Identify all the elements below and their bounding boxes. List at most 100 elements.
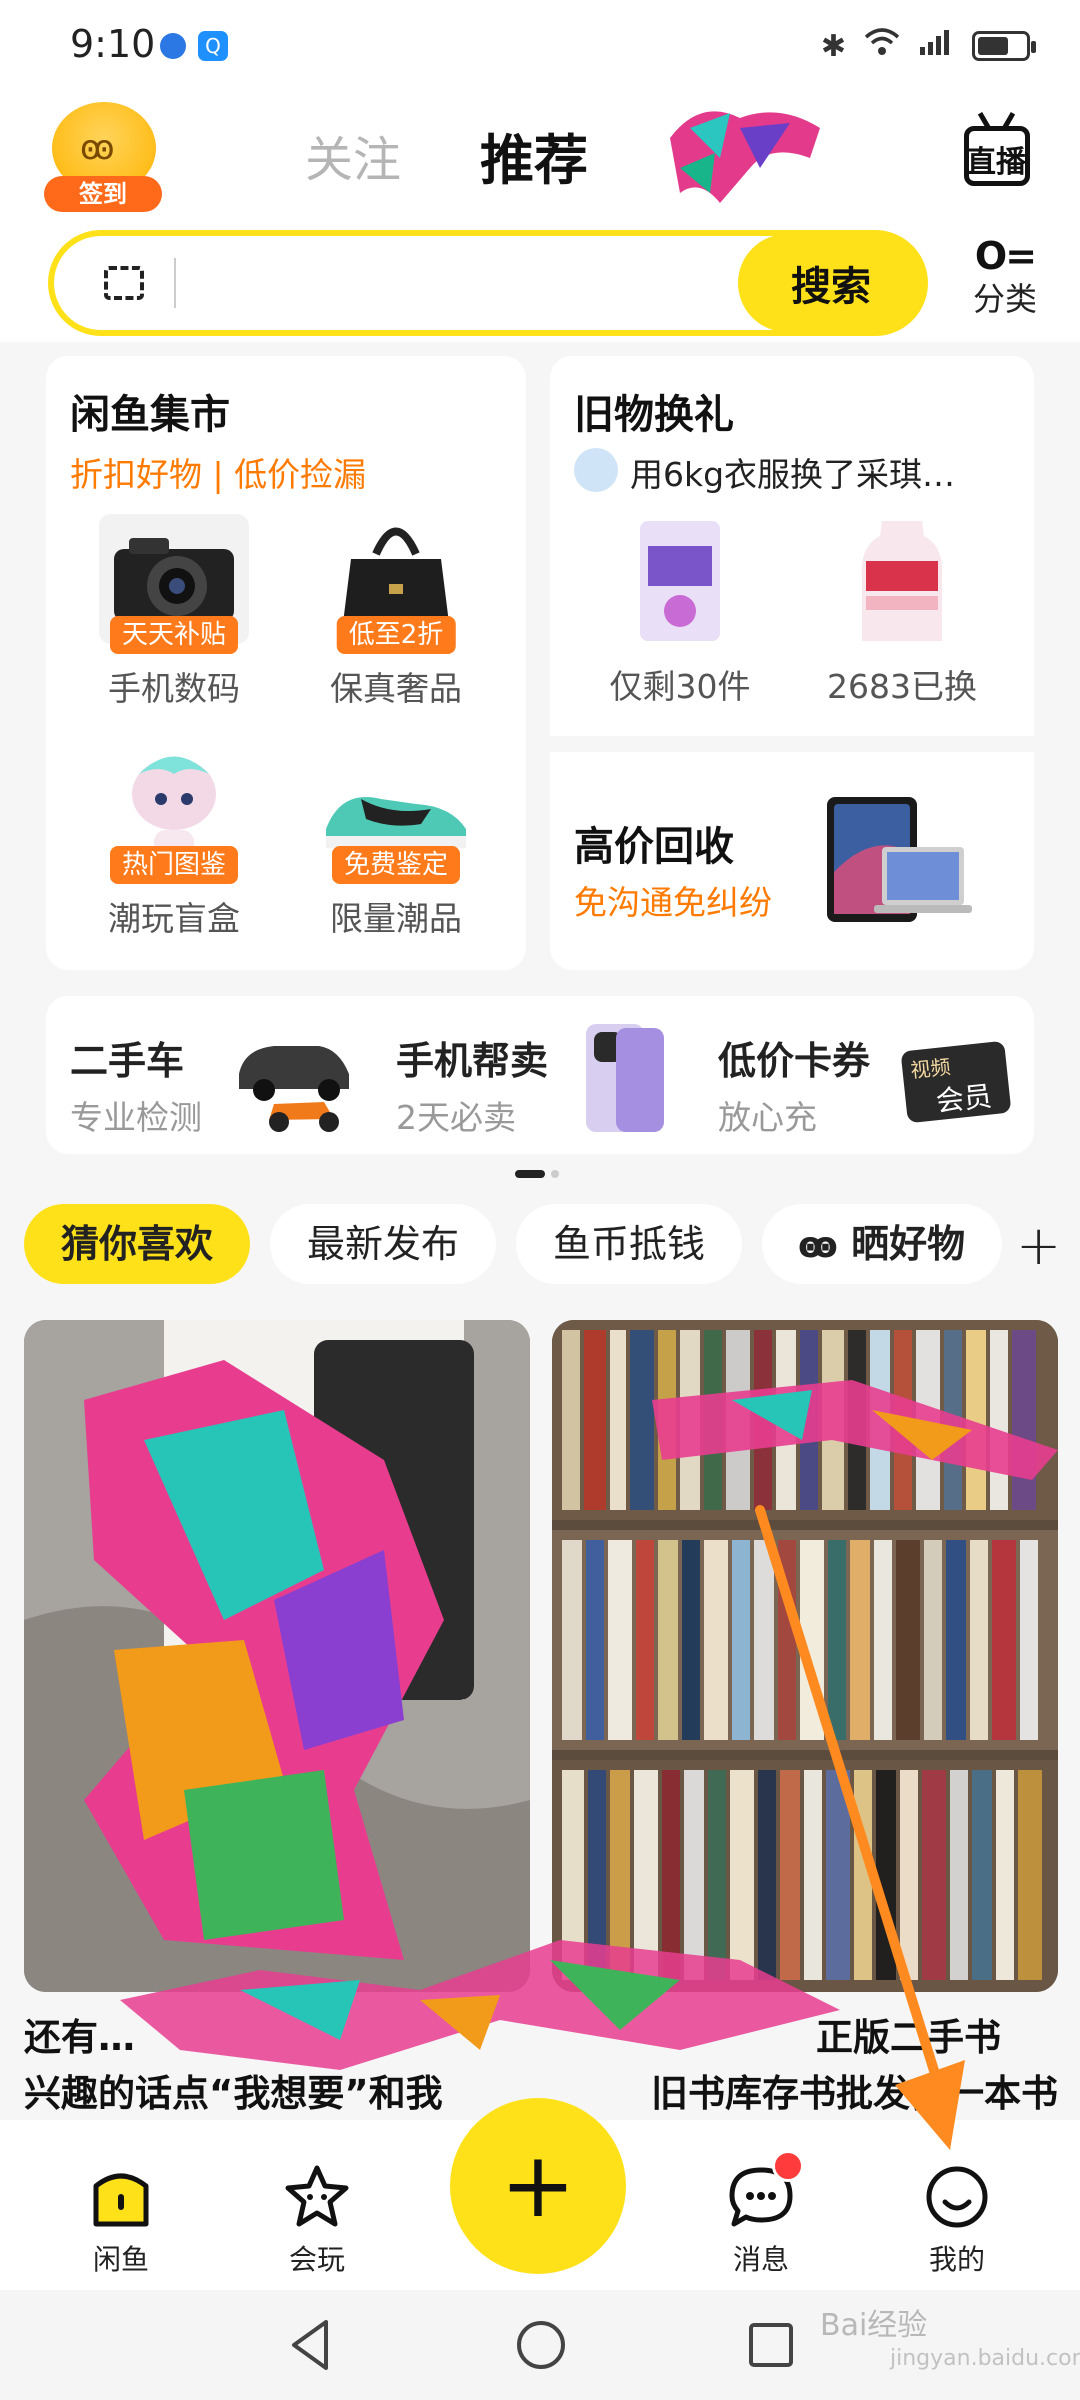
- recycle-subtitle: 免沟通免纠纷: [574, 883, 772, 922]
- detergent-image: [640, 521, 720, 641]
- live-label: 直播: [966, 145, 1026, 180]
- sneaker-image: 免费鉴定: [321, 744, 471, 884]
- market-subtitle: 折扣好物 | 低价捡漏: [70, 455, 367, 494]
- status-time: 9:10: [70, 22, 156, 66]
- top-header: ꙭ 签到 关注 推荐 直播: [0, 92, 1080, 222]
- tag-subsidy: 天天补贴: [109, 616, 239, 654]
- status-bar: 9:10 Q ✱: [0, 0, 1080, 92]
- nav-label: 我的: [928, 2243, 985, 2276]
- handbag-image: 低至2折: [321, 514, 471, 654]
- nav-xianyu[interactable]: 闲鱼: [56, 2164, 186, 2278]
- tab-guess-you-like[interactable]: 猜你喜欢: [24, 1204, 250, 1284]
- tablet-laptop-image: [827, 797, 972, 922]
- mascot-face-icon: ꙭ: [80, 128, 115, 168]
- caption-line: 正版二手书: [816, 2016, 1001, 2059]
- feed-tabs: 猜你喜欢 最新发布 鱼币抵钱 ꙭ 晒好物 +: [0, 1196, 1080, 1306]
- service-strip: 二手车 专业检测 手机帮卖 2天必卖 低价卡券 放心充 视频 会员: [46, 996, 1034, 1154]
- market-card[interactable]: 闲鱼集市 折扣好物 | 低价捡漏 天天补贴 手机数码 低至2折 保真奢品 热门图…: [46, 356, 526, 970]
- camera-image: 天天补贴: [99, 514, 249, 654]
- avatar: [574, 448, 618, 492]
- doll-image: 热门图鉴: [99, 744, 249, 884]
- tag-appraisal: 免费鉴定: [331, 846, 461, 884]
- category-label: 分类: [972, 280, 1037, 318]
- battery-icon: [972, 31, 1036, 61]
- search-box: 搜索: [48, 230, 928, 336]
- nav-mine[interactable]: 我的: [892, 2164, 1022, 2278]
- tag-hot: 热门图鉴: [109, 846, 239, 884]
- tab-fish-coin[interactable]: 鱼币抵钱: [516, 1204, 742, 1284]
- watermark-brand: Bai经验: [820, 2308, 928, 2343]
- wifi-icon: [864, 27, 900, 65]
- bluetooth-icon: ✱: [820, 28, 846, 64]
- tab-label: 晒好物: [851, 1222, 966, 1266]
- unread-badge: [772, 2150, 804, 2182]
- feed-image-left[interactable]: [24, 1320, 530, 1992]
- service-sub: 放心充: [718, 1098, 817, 1137]
- show-goods-icon: ꙭ: [798, 1225, 838, 1266]
- exchange-item-bleach[interactable]: 2683已换: [812, 516, 992, 708]
- search-button[interactable]: 搜索: [738, 234, 924, 332]
- service-phone-sell[interactable]: 手机帮卖 2天必卖: [396, 1030, 548, 1139]
- add-tab-icon[interactable]: +: [1016, 1214, 1061, 1277]
- exchange-item-detergent[interactable]: 仅剩30件: [590, 516, 770, 708]
- nav-label: 会玩: [288, 2243, 345, 2276]
- redaction-scribble: [670, 111, 820, 203]
- tab-follow[interactable]: 关注: [305, 120, 401, 190]
- market-title: 闲鱼集市: [70, 392, 230, 438]
- nav-huiwan[interactable]: 会玩: [252, 2164, 382, 2278]
- service-title: 低价卡券: [718, 1039, 871, 1083]
- smiley-profile-icon: [924, 2164, 990, 2230]
- service-sub: 2天必卖: [396, 1098, 516, 1137]
- item-label: 2683已换: [827, 667, 977, 706]
- feed-caption-right[interactable]: 正版二手书: [816, 2010, 1056, 2066]
- search-area: 搜索 O= 分类: [0, 222, 1080, 342]
- publish-button[interactable]: +: [450, 2098, 626, 2274]
- item-label: 保真奢品: [330, 669, 462, 708]
- service-title: 手机帮卖: [396, 1039, 549, 1083]
- item-label: 潮玩盲盒: [108, 899, 240, 938]
- service-title: 二手车: [70, 1039, 185, 1083]
- item-label: 仅剩30件: [609, 667, 751, 706]
- grid-item-blindbox[interactable]: 热门图鉴 潮玩盲盒: [74, 744, 274, 940]
- search-app-icon: Q: [198, 31, 228, 61]
- item-label: 手机数码: [108, 669, 240, 708]
- item-label: 限量潮品: [330, 899, 462, 938]
- carousel-indicator: [515, 1170, 559, 1178]
- search-input[interactable]: [174, 258, 674, 308]
- service-used-car[interactable]: 二手车 专业检测: [70, 1030, 202, 1139]
- status-icons: ✱: [820, 26, 1036, 66]
- video-member-card: 视频 会员: [900, 1040, 1012, 1124]
- grid-item-luxury[interactable]: 低至2折 保真奢品: [296, 514, 496, 710]
- tab-show-goods[interactable]: ꙭ 晒好物: [762, 1204, 1002, 1284]
- exchange-ticker: 用6kg衣服换了采琪…: [630, 455, 956, 494]
- sign-in-button[interactable]: ꙭ 签到: [44, 102, 162, 212]
- recycle-card[interactable]: 高价回收 免沟通免纠纷: [550, 752, 1034, 970]
- category-button[interactable]: O= 分类: [960, 234, 1050, 324]
- redaction-scribble-bottom: [120, 1940, 840, 2070]
- recycle-title: 高价回收: [574, 824, 734, 870]
- grid-item-digital[interactable]: 天天补贴 手机数码: [74, 514, 274, 710]
- sign-in-label: 签到: [44, 176, 162, 212]
- tab-recommend[interactable]: 推荐: [480, 116, 588, 195]
- exchange-card[interactable]: 旧物换礼 用6kg衣服换了采琪… 仅剩30件 2683已换: [550, 356, 1034, 736]
- back-icon[interactable]: [286, 2318, 336, 2372]
- scan-icon[interactable]: [104, 266, 144, 300]
- home-fish-icon: [88, 2164, 154, 2230]
- watermark-url: jingyan.baidu.com: [890, 2346, 1080, 2371]
- feed-image-right[interactable]: [552, 1320, 1058, 1992]
- bleach-bottle-image: [861, 521, 943, 641]
- service-gift-card[interactable]: 低价卡券 放心充: [718, 1030, 870, 1139]
- star-face-icon: [284, 2164, 350, 2230]
- tag-discount: 低至2折: [336, 616, 456, 654]
- recents-icon[interactable]: [746, 2318, 796, 2372]
- nav-messages[interactable]: 消息: [696, 2150, 826, 2278]
- member-label: 会员: [934, 1079, 994, 1119]
- exchange-title: 旧物换礼: [574, 392, 734, 438]
- service-sub: 专业检测: [70, 1098, 202, 1137]
- live-button[interactable]: 直播: [960, 110, 1040, 202]
- tab-latest[interactable]: 最新发布: [270, 1204, 496, 1284]
- home-icon[interactable]: [514, 2318, 568, 2372]
- signal-icon: [918, 27, 954, 65]
- category-icon: O=: [974, 234, 1037, 278]
- grid-item-sneakers[interactable]: 免费鉴定 限量潮品: [296, 744, 496, 940]
